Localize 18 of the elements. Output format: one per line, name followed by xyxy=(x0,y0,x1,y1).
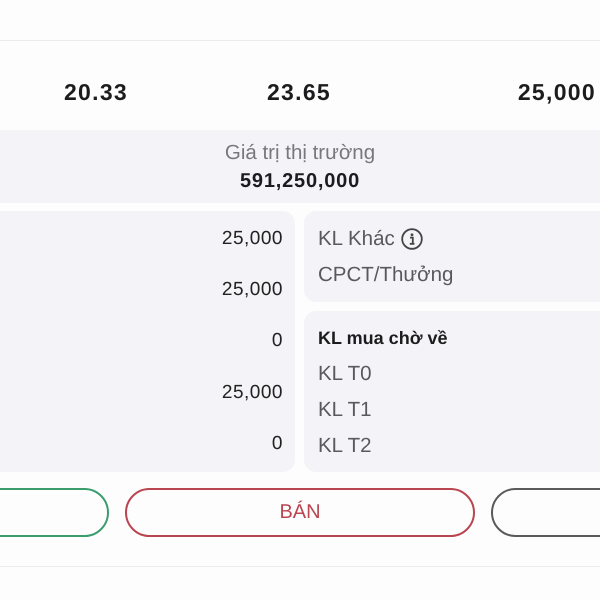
stat-value: 23.65 xyxy=(266,80,332,105)
quantity-value: 25,000 xyxy=(222,279,283,302)
quantity-value: 25,000 xyxy=(222,382,283,404)
card-title: KL mua chờ về xyxy=(318,328,448,348)
info-icon[interactable] xyxy=(400,228,423,250)
row-label: KL Khác xyxy=(318,227,395,251)
row-label: KL T1 xyxy=(318,398,372,422)
stat-value: 20.33 xyxy=(64,80,128,105)
stat-value: 25,000 xyxy=(518,80,596,105)
row-label: CPCT/Thưởng xyxy=(318,263,454,287)
market-value-label: Giá trị thị trường xyxy=(224,140,376,166)
row-label: KL T0 xyxy=(318,362,372,386)
quantity-value: 0 xyxy=(272,330,283,352)
market-value: 591,250,000 xyxy=(240,169,360,194)
row-label: KL T2 xyxy=(318,434,372,458)
quantity-value: 0 xyxy=(272,433,283,456)
sell-button[interactable]: BÁN xyxy=(125,488,475,537)
quantity-value: 25,000 xyxy=(222,228,283,250)
